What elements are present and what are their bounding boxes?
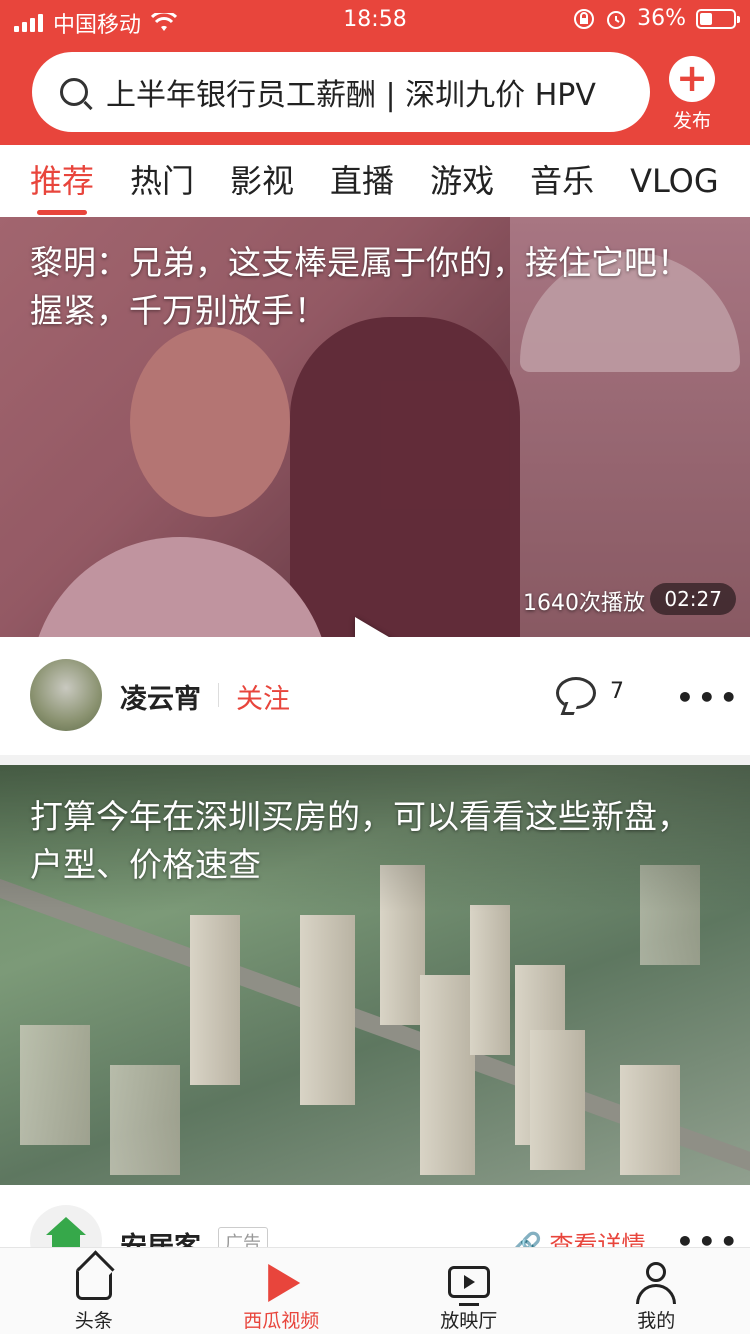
search-bar[interactable]: 上半年银行员工薪酬 | 深圳九价 HPV [32,52,650,132]
house-icon [46,1217,86,1247]
category-tabs: 推荐 热门 影视 直播 游戏 音乐 VLOG [0,145,750,217]
bottom-navigation: 头条 西瓜视频 放映厅 我的 [0,1247,750,1334]
status-bar: 中国移动 18:58 36% [0,0,750,42]
nav-label: 我的 [637,1310,676,1332]
video-title: 打算今年在深圳买房的，可以看看这些新盘，户型、价格速查 [30,797,690,884]
nav-label: 放映厅 [440,1310,498,1332]
nav-profile[interactable]: 我的 [563,1248,750,1334]
ad-meta-row: 安居客 广告 🔗 查看详情 ••• [0,1185,750,1247]
tab-vlog[interactable]: VLOG [630,145,719,217]
comment-icon[interactable] [556,677,596,709]
plus-icon: + [669,56,715,102]
nav-theater[interactable]: 放映厅 [375,1248,563,1334]
play-icon[interactable] [355,617,399,637]
publish-label: 发布 [672,110,711,132]
more-options-icon[interactable]: ••• [676,1225,742,1247]
tab-game[interactable]: 游戏 [430,145,494,217]
alarm-icon [607,10,626,29]
video-title: 黎明：兄弟，这支棒是属于你的，接住它吧！握紧，千万别放手！ [30,243,690,330]
user-icon [636,1262,677,1304]
video-duration: 02:27 [650,583,736,615]
play-count: 1640次播放 [523,591,645,616]
comment-count: 7 [610,679,624,704]
battery-icon [696,8,740,29]
tab-music[interactable]: 音乐 [530,145,594,217]
orientation-lock-icon [574,8,595,29]
view-details-link[interactable]: 🔗 查看详情 [512,1225,646,1247]
battery-percent: 36% [637,6,686,31]
divider [0,755,750,765]
follow-button[interactable]: 关注 [236,677,290,716]
video-meta-row: 凌云宵 关注 7 ••• [0,637,750,755]
nav-xigua-video[interactable]: 西瓜视频 [188,1248,376,1334]
publish-button[interactable]: + 发布 [652,56,732,133]
nav-label: 头条 [74,1310,113,1332]
avatar[interactable] [30,659,102,731]
ad-badge: 广告 [218,1227,268,1247]
tab-live[interactable]: 直播 [330,145,394,217]
author-name[interactable]: 安居客 [120,1225,201,1247]
tab-hot[interactable]: 热门 [130,145,194,217]
nav-headlines[interactable]: 头条 [0,1248,188,1334]
tab-film[interactable]: 影视 [230,145,294,217]
home-icon [75,1266,112,1300]
search-placeholder: 上半年银行员工薪酬 | 深圳九价 HPV [106,78,596,113]
author-name[interactable]: 凌云宵 [120,677,201,716]
more-options-icon[interactable]: ••• [676,681,742,714]
battery-fill [700,12,712,25]
tv-icon [447,1266,490,1306]
video-thumbnail[interactable]: 黎明：兄弟，这支棒是属于你的，接住它吧！握紧，千万别放手！ 1640次播放 02… [0,217,750,637]
view-details-label: 查看详情 [549,1231,646,1247]
tab-recommend[interactable]: 推荐 [30,145,94,217]
header-bar: 中国移动 18:58 36% 上半年银行员工薪酬 | 深圳九价 HPV + 发布 [0,0,750,145]
search-icon [60,78,88,106]
link-icon: 🔗 [512,1231,550,1247]
video-thumbnail[interactable]: 打算今年在深圳买房的，可以看看这些新盘，户型、价格速查 [0,765,750,1185]
nav-label: 西瓜视频 [243,1310,320,1332]
play-icon [268,1264,301,1302]
